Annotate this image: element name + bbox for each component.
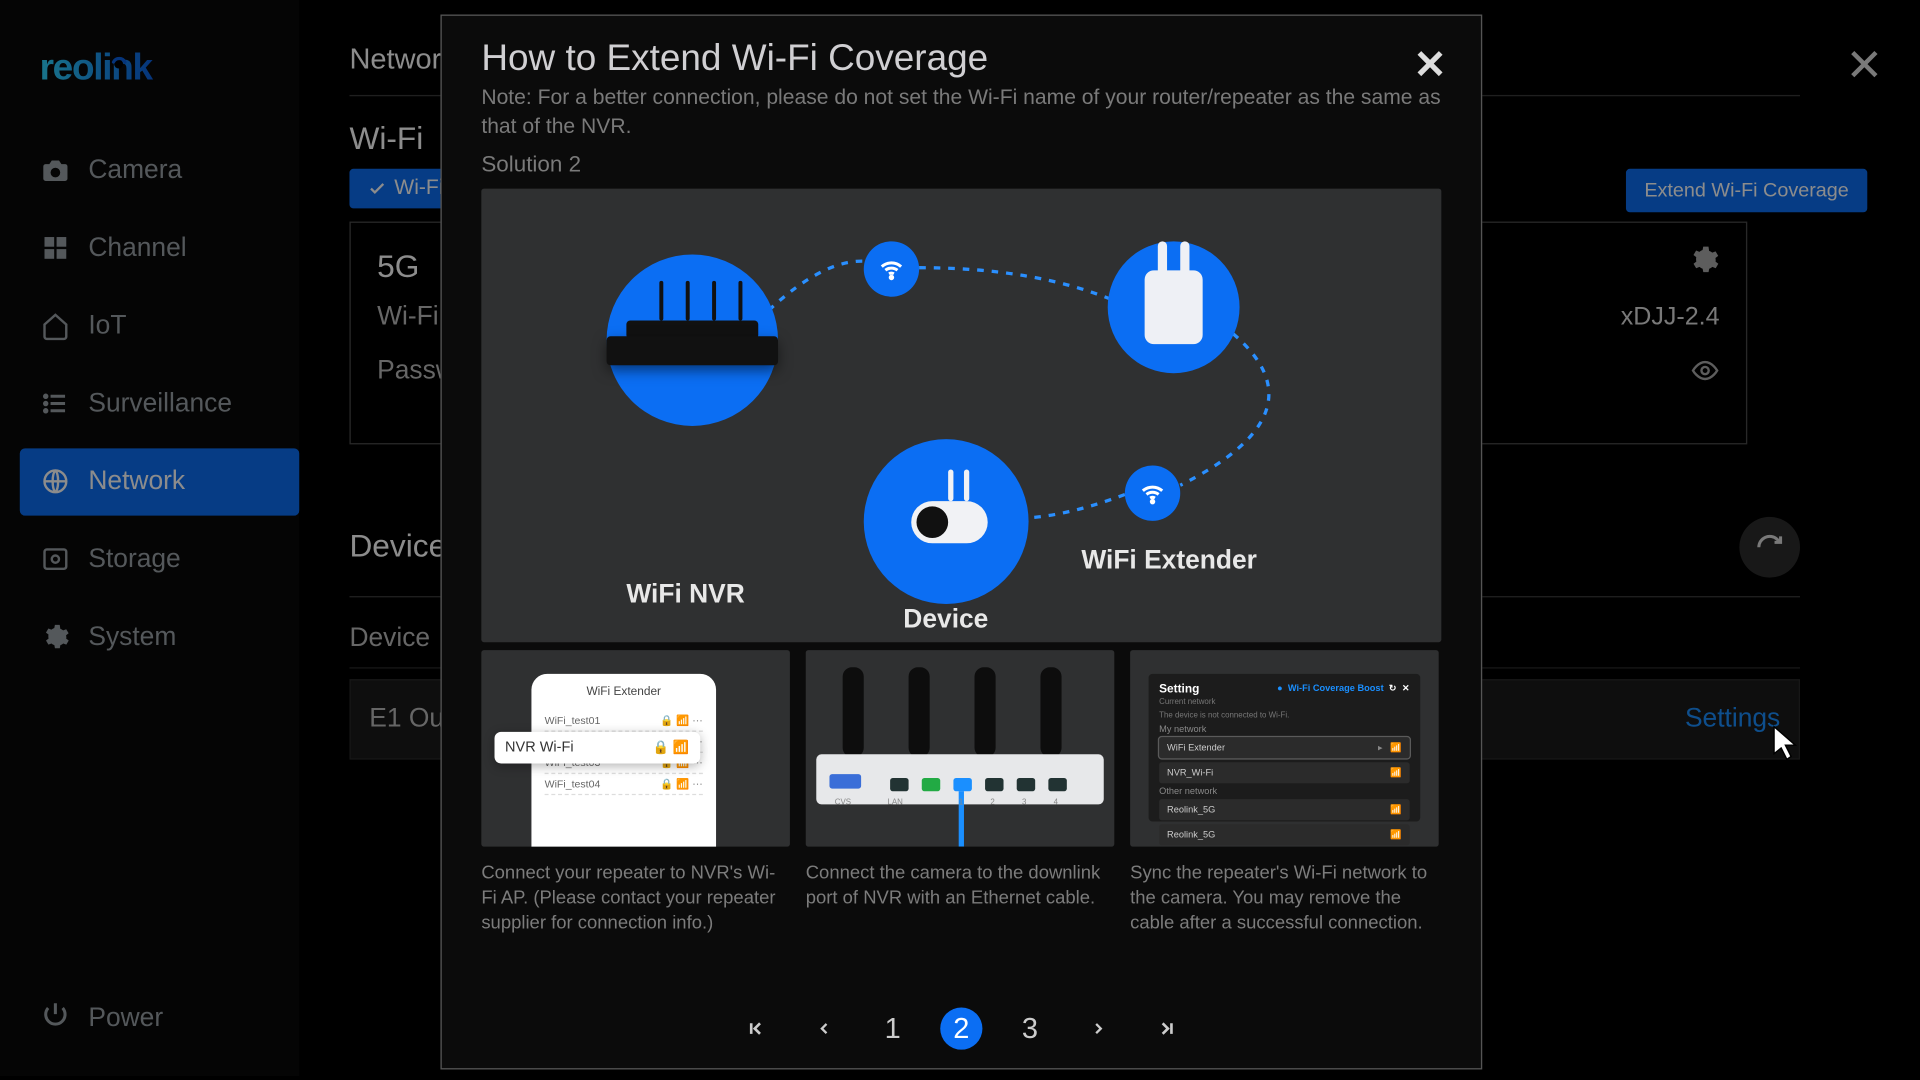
step-1: WiFi Extender WiFi_test01🔒 📶 ⋯ WiFi_test… [481,650,790,934]
pagination-prev[interactable] [803,1007,845,1049]
step-2-illustration: CVS LAN 1 2 3 4 [806,650,1115,846]
nvr-node [607,255,778,426]
modal-title: How to Extend Wi-Fi Coverage [481,37,1441,79]
wifi-signal-icon [864,242,919,297]
device-label: Device [903,606,988,636]
modal-note: Note: For a better connection, please do… [481,84,1441,141]
step-3: Setting●Wi-Fi Coverage Boost↻✕ Current n… [1130,650,1439,934]
topology-diagram: WiFi NVR WiFi Extender Device [481,189,1441,643]
wifi-signal-icon [1125,466,1180,521]
modal-subtitle: Solution 2 [481,152,1441,178]
extender-node [1108,242,1240,374]
nvr-label: WiFi NVR [626,580,744,610]
step-1-illustration: WiFi Extender WiFi_test01🔒 📶 ⋯ WiFi_test… [481,650,790,846]
pagination-page-1[interactable]: 1 [872,1007,914,1049]
modal-close-button[interactable]: ✕ [1413,42,1446,88]
pagination-next[interactable] [1077,1007,1119,1049]
pagination-page-3[interactable]: 3 [1009,1007,1051,1049]
step-2-caption: Connect the camera to the downlink port … [806,860,1115,910]
extend-wifi-modal: ✕ How to Extend Wi-Fi Coverage Note: For… [440,15,1482,1070]
step-3-caption: Sync the repeater's Wi-Fi network to the… [1130,860,1439,935]
device-node [864,439,1029,604]
step-1-caption: Connect your repeater to NVR's Wi-Fi AP.… [481,860,790,935]
pagination-last[interactable] [1146,1007,1188,1049]
pagination: 1 2 3 [442,1007,1481,1049]
extender-label: WiFi Extender [1081,546,1257,576]
step-3-illustration: Setting●Wi-Fi Coverage Boost↻✕ Current n… [1130,650,1439,846]
pagination-page-2[interactable]: 2 [940,1007,982,1049]
step-2: CVS LAN 1 2 3 4 Connect the camera to th… [806,650,1115,934]
pagination-first[interactable] [735,1007,777,1049]
